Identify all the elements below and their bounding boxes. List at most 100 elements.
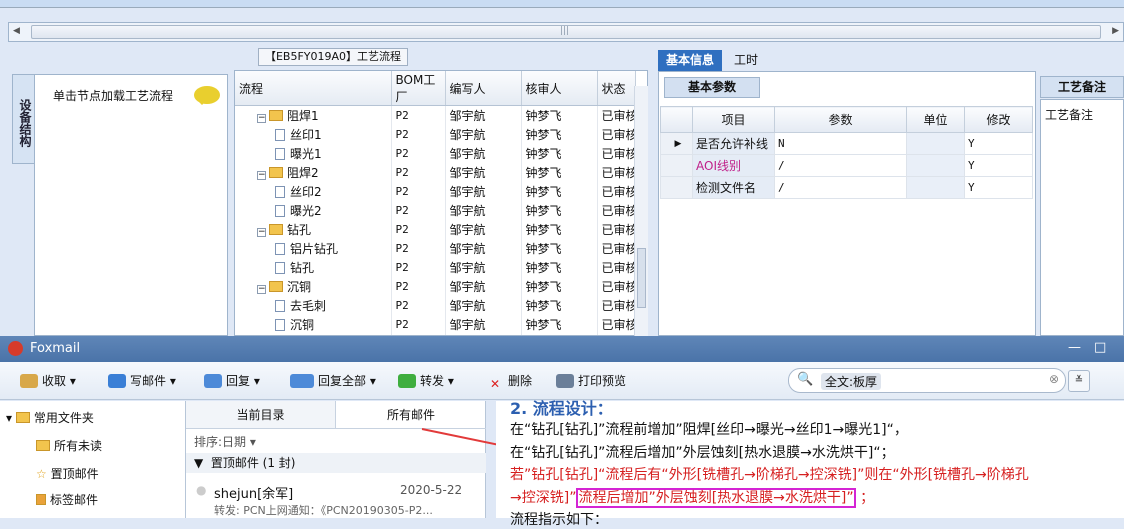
grid-scroll-thumb[interactable] [637, 248, 646, 308]
tree-cell-writer: 邹宇航 [445, 295, 522, 315]
tree-node[interactable]: 曝光1 [235, 143, 392, 163]
param-cell-param[interactable]: / [774, 154, 907, 177]
print-preview-button[interactable]: 打印预览 [556, 372, 626, 389]
tree-node[interactable]: 沉铜 [235, 314, 392, 334]
params-corner [660, 106, 693, 133]
equipment-structure-tab[interactable]: 设备结构 [12, 74, 34, 164]
tree-row[interactable]: 铝片钻孔 P2 邹宇航 钟梦飞 已审核 [235, 238, 636, 258]
tree-row[interactable]: − 沉铜 P2 邹宇航 钟梦飞 已审核 [235, 276, 636, 296]
param-cell-param[interactable]: / [774, 176, 907, 199]
tree-node[interactable]: − 沉铜 [235, 276, 392, 296]
tree-node[interactable]: 去毛刺 [235, 295, 392, 315]
tree-node[interactable]: 丝印1 [235, 124, 392, 144]
maximize-icon[interactable]: □ [1094, 340, 1106, 355]
compose-button[interactable]: 写邮件 ▾ [108, 372, 176, 389]
tree-node[interactable]: 铝片钻孔 [235, 238, 392, 258]
param-row[interactable]: 检测文件名 / Y [660, 176, 1033, 199]
mail-reading-pane: 2. 流程设计： 在“钻孔[钻孔]”流程前增加”阻焊[丝印→曝光→丝印1→曝光1… [496, 399, 1124, 528]
tab-basic-info[interactable]: 基本信息 [658, 50, 722, 71]
folder-tagged[interactable]: 标签邮件 [36, 491, 98, 508]
collapse-icon[interactable]: − [257, 170, 266, 180]
forward-button[interactable]: 转发 ▾ [398, 372, 454, 389]
tree-col-4[interactable]: 状态 [597, 71, 636, 106]
clear-search-icon[interactable]: ⊗ [1049, 372, 1059, 386]
param-cell-unit[interactable] [906, 154, 965, 177]
search-input[interactable]: 🔍 全文:板厚 ⊗ [788, 368, 1066, 393]
tree-row[interactable]: − 阻焊1 P2 邹宇航 钟梦飞 已审核 [235, 105, 636, 125]
tree-row[interactable]: 丝印1 P2 邹宇航 钟梦飞 已审核 [235, 124, 636, 144]
tree-node-label: 阻焊1 [287, 108, 319, 123]
delete-button[interactable]: ✕ 删除 [486, 372, 532, 391]
tree-col-2[interactable]: 编写人 [445, 71, 522, 106]
tree-row[interactable]: 钻孔 P2 邹宇航 钟梦飞 已审核 [235, 257, 636, 277]
folder-icon [269, 223, 283, 235]
tab-work-hours[interactable]: 工时 [726, 52, 766, 71]
folder-common[interactable]: ▾ 常用文件夹 [6, 409, 94, 426]
tree-row[interactable]: − 钻孔 P2 邹宇航 钟梦飞 已审核 [235, 219, 636, 239]
folder-icon [36, 440, 50, 451]
param-cell-edit[interactable]: Y [964, 154, 1033, 177]
sort-selector[interactable]: 排序:日期 ▾ [194, 433, 256, 450]
param-col-1[interactable]: 参数 [774, 106, 907, 133]
folder-pinned[interactable]: ☆ 置顶邮件 [36, 465, 99, 482]
body-line-4: →控深铣]” 流程后增加”外层蚀刻[热水退膜→水洗烘干]” ； [510, 488, 875, 508]
param-row[interactable]: ▶ 是否允许补线 N Y [660, 132, 1033, 155]
param-cell-param[interactable]: N [774, 132, 907, 155]
collapse-icon[interactable]: − [257, 227, 266, 237]
reply-all-button[interactable]: 回复全部 ▾ [290, 372, 376, 389]
tree-col-3[interactable]: 核审人 [521, 71, 598, 106]
tree-cell-writer: 邹宇航 [445, 314, 522, 334]
tree-row[interactable]: 曝光1 P2 邹宇航 钟梦飞 已审核 [235, 143, 636, 163]
scroll-right-icon[interactable]: ▶ [1112, 26, 1119, 36]
tab-process-notes[interactable]: 工艺备注 [1040, 76, 1124, 98]
collapse-icon[interactable]: − [257, 284, 266, 294]
tab-basic-params[interactable]: 基本参数 [664, 77, 760, 98]
folder-all-unread[interactable]: 所有未读 [36, 437, 102, 454]
tree-row[interactable]: 丝印2 P2 邹宇航 钟梦飞 已审核 [235, 181, 636, 201]
param-col-3[interactable]: 修改 [964, 106, 1033, 133]
tree-node[interactable]: − 阻焊2 [235, 162, 392, 182]
param-cell-unit[interactable] [906, 132, 965, 155]
param-cell-edit[interactable]: Y [964, 176, 1033, 199]
horizontal-scrollbar[interactable]: ◀ ||| ▶ [8, 22, 1124, 42]
tree-col-1[interactable]: BOM工厂 [391, 71, 446, 106]
param-col-0[interactable]: 项目 [692, 106, 775, 133]
reply-button[interactable]: 回复 ▾ [204, 372, 260, 389]
search-chip[interactable]: 全文:板厚 [821, 373, 882, 390]
equipment-structure-panel: 单击节点加载工艺流程 [34, 74, 228, 336]
tree-row[interactable]: 去毛刺 P2 邹宇航 钟梦飞 已审核 [235, 295, 636, 315]
tree-cell-bom: P2 [391, 257, 446, 277]
search-options-button[interactable]: ≚ [1068, 370, 1090, 392]
mail-preview[interactable]: 转发: PCN上网通知：《PCN20190305-P2... [214, 502, 456, 518]
param-row[interactable]: AOI线别 / Y [660, 154, 1033, 177]
tree-node[interactable]: − 钻孔 [235, 219, 392, 239]
tree-node[interactable]: − 阻焊1 [235, 105, 392, 125]
param-cell-edit[interactable]: Y [964, 132, 1033, 155]
grid-vertical-scrollbar[interactable] [634, 86, 648, 336]
tree-row[interactable]: − 阻焊2 P2 邹宇航 钟梦飞 已审核 [235, 162, 636, 182]
minimize-icon[interactable]: — [1068, 340, 1081, 355]
tab-current-dir[interactable]: 当前目录 [186, 401, 336, 429]
tree-node[interactable]: 曝光2 [235, 200, 392, 220]
document-icon [275, 185, 285, 198]
tree-cell-reviewer: 钟梦飞 [521, 295, 598, 315]
collapse-icon[interactable]: − [257, 113, 266, 123]
param-col-2[interactable]: 单位 [906, 106, 965, 133]
param-cell-unit[interactable] [906, 176, 965, 199]
tree-cell-status: 已审核 [597, 257, 636, 277]
receive-button[interactable]: 收取 ▾ [20, 372, 76, 389]
chat-bubble-icon[interactable] [194, 86, 220, 105]
scroll-thumb[interactable]: ||| [31, 25, 1101, 39]
mail-sender[interactable]: shejun[余军] [214, 483, 293, 502]
scroll-left-icon[interactable]: ◀ [13, 26, 20, 36]
tree-cell-bom: P2 [391, 238, 446, 258]
tree-row[interactable]: 曝光2 P2 邹宇航 钟梦飞 已审核 [235, 200, 636, 220]
document-icon [275, 204, 285, 217]
tree-col-0[interactable]: 流程 [235, 71, 392, 106]
tree-cell-reviewer: 钟梦飞 [521, 276, 598, 296]
tree-node[interactable]: 丝印2 [235, 181, 392, 201]
tree-node-label: 铝片钻孔 [290, 241, 339, 256]
tree-row[interactable]: 沉铜 P2 邹宇航 钟梦飞 已审核 [235, 314, 636, 334]
tree-node[interactable]: 钻孔 [235, 257, 392, 277]
foxmail-logo-icon [8, 341, 23, 356]
